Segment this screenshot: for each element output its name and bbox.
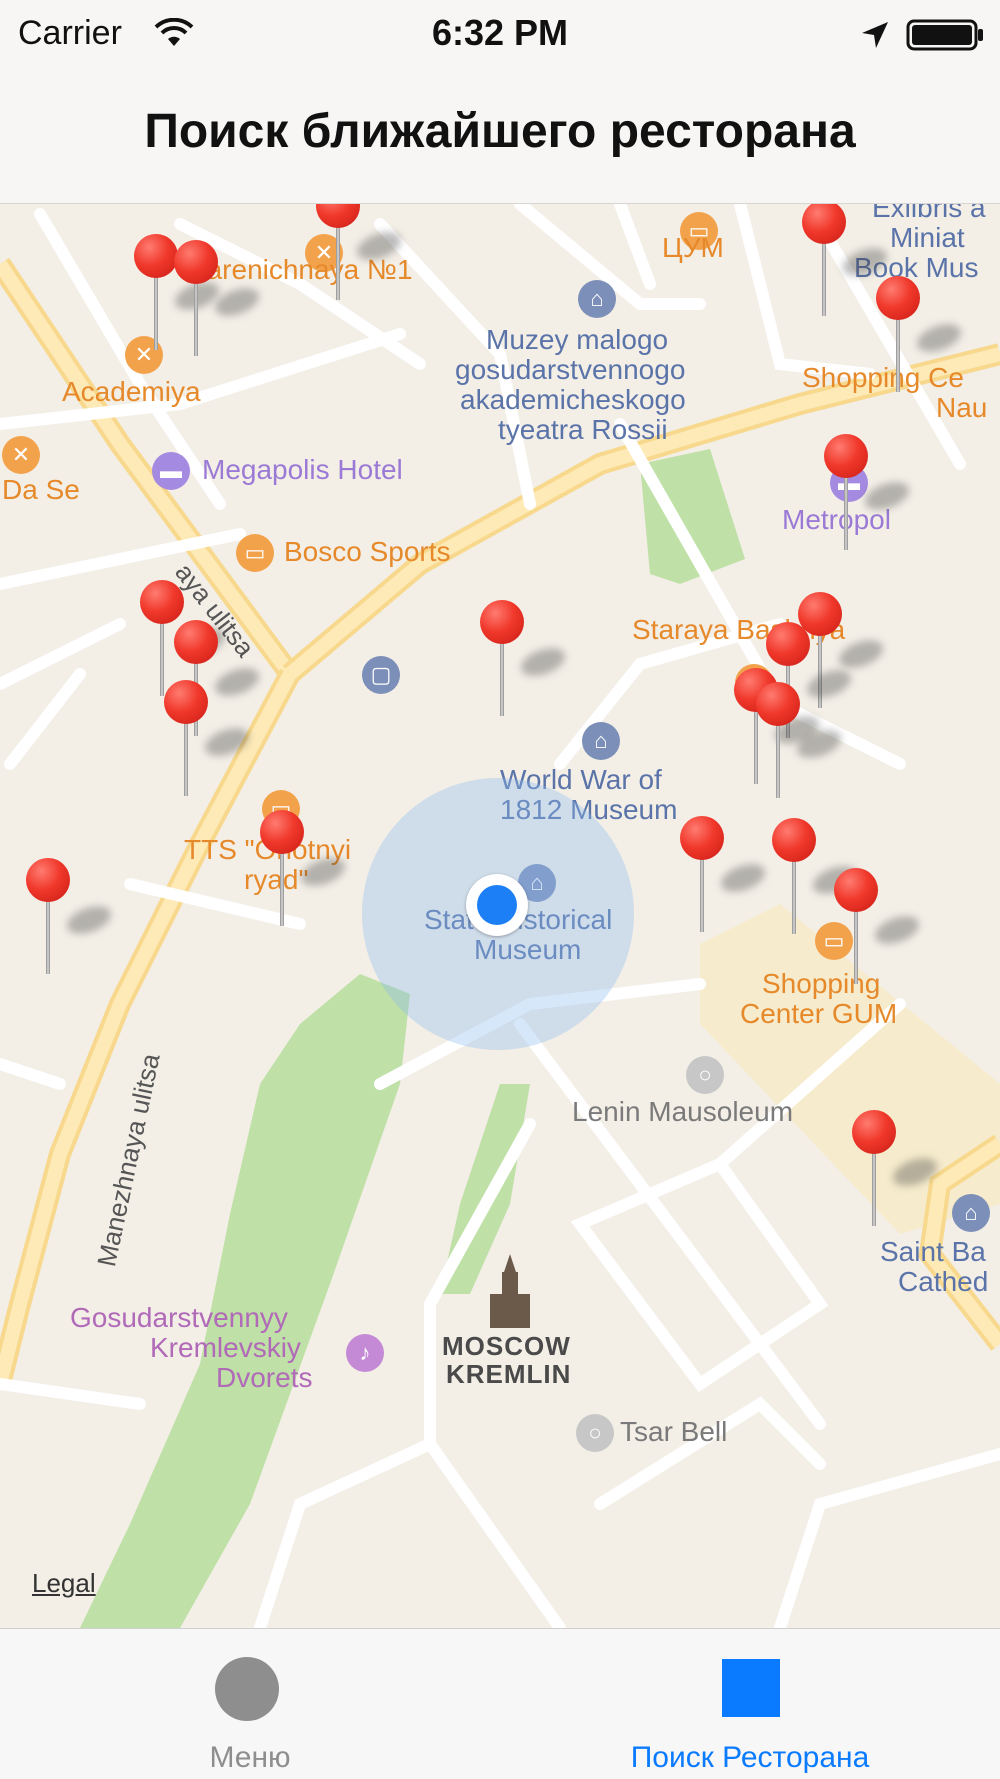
page-title: Поиск ближайшего ресторана (144, 105, 856, 158)
navigation-bar: Поиск ближайшего ресторана (0, 70, 1000, 204)
map-label: Saint Ba (880, 1236, 986, 1267)
battery-icon (906, 19, 983, 51)
restaurant-pin[interactable] (174, 240, 263, 358)
map-label: Center GUM (740, 998, 898, 1029)
kremlin-tower-icon (490, 1254, 530, 1328)
tab-bar: Меню Поиск Ресторана (0, 1628, 1000, 1779)
hotel-icon: ▬ (152, 452, 190, 490)
museum-icon: ⌂ (582, 722, 620, 760)
status-bar: Carrier 6:32 PM (0, 0, 1000, 70)
map-label: Academiya (62, 376, 201, 407)
square-icon (722, 1659, 780, 1717)
restaurant-pin[interactable] (756, 682, 845, 800)
restaurant-pin[interactable] (164, 680, 253, 798)
restaurant-pin[interactable] (480, 600, 569, 718)
map-label: tyeatra Rossii (498, 414, 668, 445)
museum-icon: ⌂ (578, 280, 616, 318)
restaurant-pin[interactable] (26, 858, 115, 976)
legal-link[interactable]: Legal (32, 1568, 96, 1599)
tab-restaurant-search[interactable]: Поиск Ресторана (500, 1629, 1000, 1779)
restaurant-pin[interactable] (316, 204, 405, 302)
map-label: gosudarstvennogo (455, 354, 686, 385)
map-label: Muzey malogo (486, 324, 669, 355)
restaurant-pin[interactable] (852, 1110, 941, 1228)
map-label: Miniat (890, 222, 965, 253)
map-label: Cathed (898, 1266, 989, 1297)
map-label: Exlibris a (872, 204, 986, 223)
map-label: ЦУМ (662, 232, 724, 263)
map-view[interactable]: ✕ ▭ ⌂ ✕ ✕ ▬ ▬ ▭ ▢ ✕ ⌂ ▭ ⌂ ▭ ○ ⌂ ♪ ○ Vare… (0, 204, 1000, 1628)
map-label: Dvorets (216, 1362, 313, 1393)
restaurant-pin[interactable] (834, 868, 923, 986)
tab-menu[interactable]: Меню (0, 1629, 500, 1779)
status-time: 6:32 PM (431, 12, 569, 53)
restaurant-icon: ✕ (2, 436, 40, 474)
map-label: Varenichnaya №1 (190, 254, 413, 285)
circle-icon (215, 1657, 279, 1721)
tab-label: Меню (209, 1741, 291, 1774)
map-label: Tsar Bell (620, 1416, 728, 1447)
tab-label: Поиск Ресторана (630, 1741, 870, 1774)
map-label: Nau (936, 392, 988, 423)
location-arrow-icon (862, 22, 888, 48)
restaurant-pin[interactable] (772, 818, 861, 936)
shopping-bag-icon: ▭ (236, 534, 274, 572)
museum-icon: ⌂ (952, 1194, 990, 1232)
map-label: KREMLIN (446, 1359, 572, 1389)
landmark-icon: ○ (686, 1056, 724, 1094)
restaurant-pin[interactable] (824, 434, 913, 552)
metro-icon: ▢ (362, 656, 400, 694)
map-label: Da Se (2, 474, 80, 505)
restaurant-pin[interactable] (260, 810, 349, 928)
map-label: Megapolis Hotel (202, 454, 403, 485)
landmark-icon: ○ (576, 1414, 614, 1452)
map-label: Gosudarstvennyy (70, 1302, 288, 1333)
restaurant-pin[interactable] (876, 276, 965, 394)
map-label: Kremlevskiy (150, 1332, 301, 1363)
music-icon: ♪ (346, 1334, 384, 1372)
restaurant-pin[interactable] (680, 816, 769, 934)
user-location-dot[interactable] (466, 874, 528, 936)
map-label: Lenin Mausoleum (572, 1096, 794, 1127)
map-label: akademicheskogo (460, 384, 686, 415)
map-label: Bosco Sports (284, 536, 451, 567)
restaurant-pin[interactable] (802, 204, 891, 318)
